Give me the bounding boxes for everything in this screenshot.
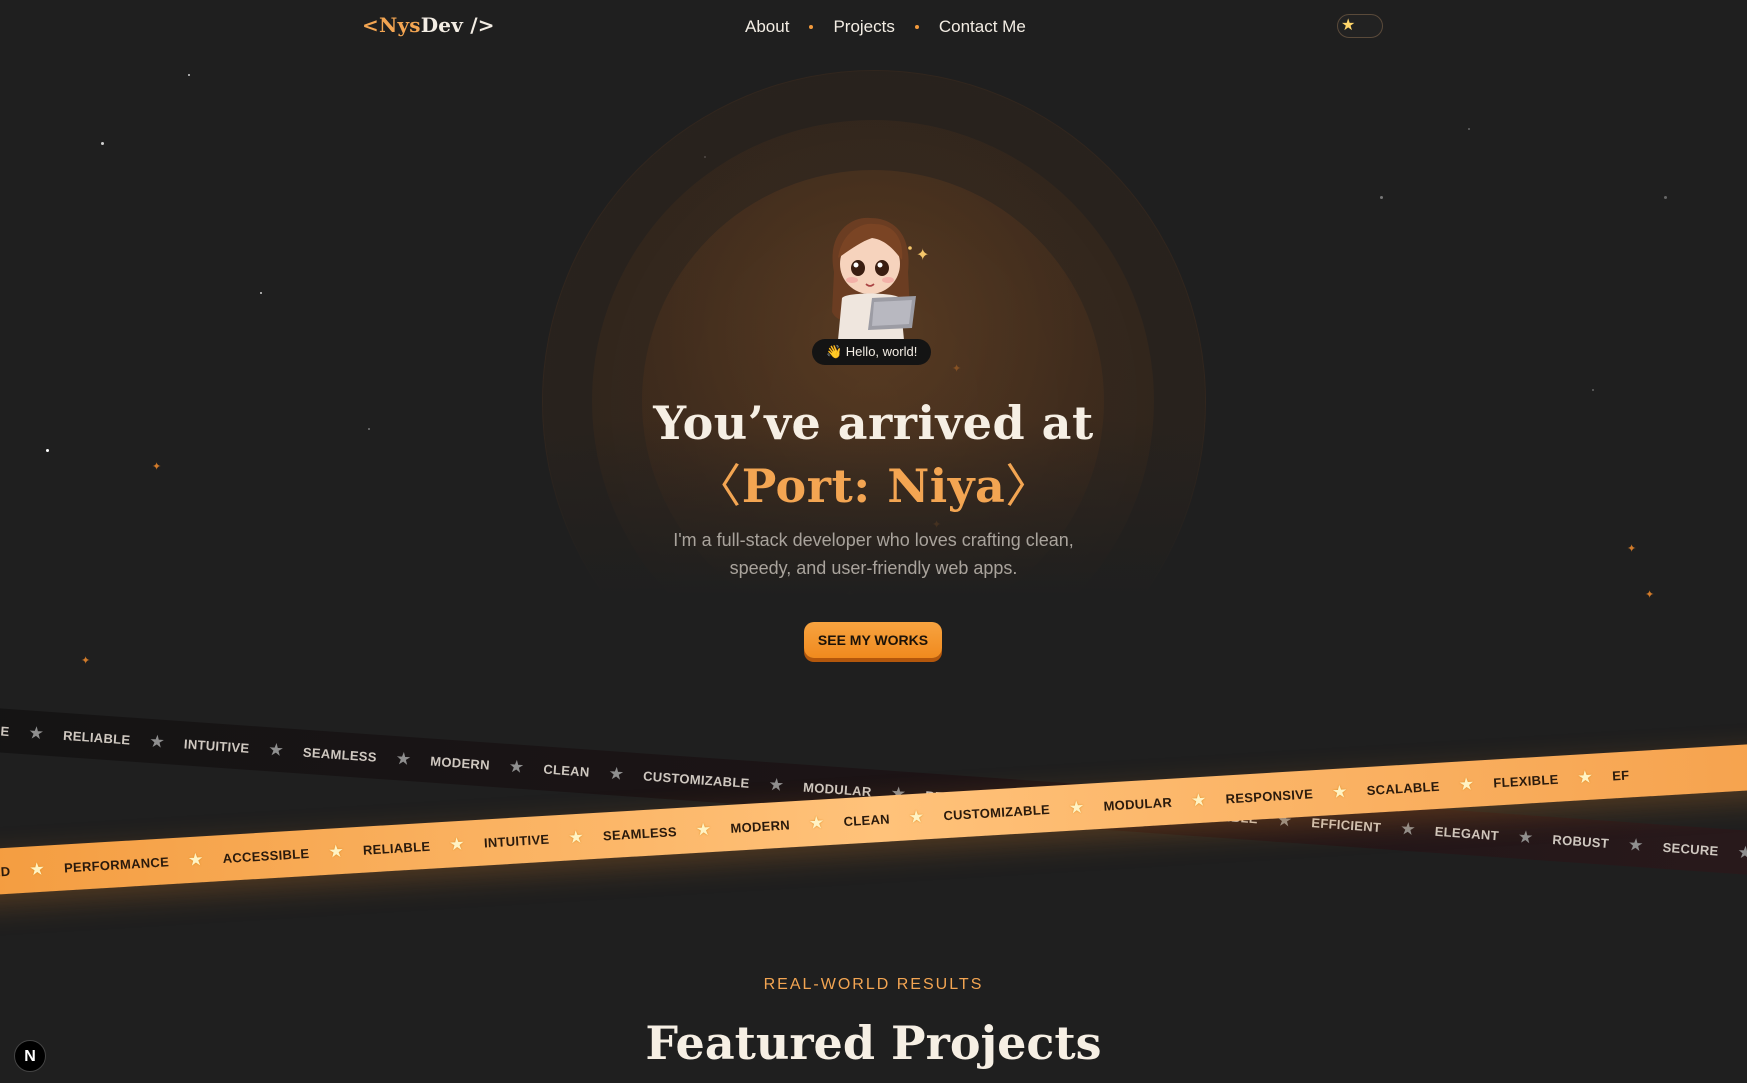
star-icon: ★ — [1577, 768, 1593, 787]
marquee-word: RELIABLE — [62, 727, 131, 748]
section-title: Featured Projects — [645, 1016, 1102, 1070]
nav-separator-dot — [914, 25, 919, 29]
top-nav: <NysDev /> About Projects Contact Me ★ — [0, 0, 1747, 56]
hero-title-highlight: 〈Port: Niya〉 — [0, 450, 1747, 516]
star-icon: ★ — [449, 835, 465, 854]
star-icon: ★ — [1332, 783, 1348, 802]
developer-avatar-icon: ✦ — [812, 212, 932, 340]
star-dot — [1380, 196, 1383, 199]
star-icon: ★ — [149, 732, 165, 751]
star-icon: ★ — [1628, 836, 1644, 855]
star-icon: ★ — [1341, 17, 1356, 34]
marquee-word: RELIABLE — [362, 838, 431, 858]
star-icon: ★ — [1459, 775, 1474, 794]
star-icon: ★ — [608, 765, 624, 784]
marquee-word: INTUITIVE — [183, 735, 250, 756]
marquee-word: MODERN — [729, 816, 791, 836]
marquee-word: MODULAR — [1103, 794, 1173, 814]
marquee-word: MODERN — [429, 753, 491, 773]
greeting-badge: 👋 Hello, world! — [812, 339, 932, 365]
star-icon: ★ — [1518, 828, 1534, 847]
framework-badge[interactable]: N — [14, 1040, 46, 1072]
marquee-word: CLEAN — [542, 760, 591, 780]
star-icon: ★ — [568, 828, 584, 847]
marquee-word: CLEAN — [843, 810, 891, 829]
star-dot — [1592, 389, 1594, 391]
marquee-word: CUSTOMIZABLE — [942, 801, 1051, 823]
hero-name: Port: Niya — [741, 459, 1006, 513]
hero-description: I'm a full-stack developer who loves cra… — [0, 526, 1747, 582]
marquee-word: SEAMLESS — [302, 744, 378, 765]
star-icon: ★ — [268, 741, 284, 760]
logo-first-word: Nys — [378, 13, 421, 37]
star-icon: ★ — [696, 821, 712, 839]
logo-second-word: Dev — [420, 13, 464, 37]
star-dot — [1664, 196, 1667, 199]
theme-toggle[interactable]: ★ — [1337, 14, 1383, 38]
hero-title: You’ve arrived at — [653, 396, 1094, 450]
orange-star: ✦ — [1645, 589, 1655, 601]
marquee-word: INTUITIVE — [483, 831, 550, 851]
star-icon: ★ — [909, 808, 924, 827]
marquee-word: RESPONSIVE — [1225, 785, 1314, 806]
star-icon: ★ — [328, 842, 344, 861]
marquee-word: POLISHED — [0, 863, 11, 883]
star-icon: ★ — [509, 758, 525, 777]
marquee-word: FLEXIBLE — [1492, 771, 1559, 791]
marquee-word: SEAMLESS — [602, 823, 678, 843]
star-icon: ★ — [188, 851, 204, 870]
marquee-word: ACCESSIBLE — [222, 845, 310, 866]
marquee-word: EF — [1611, 766, 1630, 783]
star-icon: ★ — [768, 776, 784, 795]
star-icon: ★ — [1737, 844, 1747, 862]
star-icon: ★ — [396, 750, 412, 769]
star-icon: ★ — [1191, 791, 1207, 810]
star-icon: ★ — [1069, 798, 1085, 817]
orange-star: ✦ — [81, 655, 91, 667]
marquee-word: ROBUST — [1551, 831, 1610, 851]
marquee-word: PERFORMANCE — [63, 853, 170, 875]
star-icon: ★ — [29, 860, 45, 879]
marquee-word: EFFICIENT — [1310, 814, 1382, 835]
bracket-right: 〉 — [1005, 459, 1052, 513]
marquee-word: SCALABLE — [1366, 778, 1441, 798]
logo-bracket-open: < — [362, 13, 379, 37]
nav-link-projects[interactable]: Projects — [833, 17, 894, 37]
hero-description-line: I'm a full-stack developer who loves cra… — [673, 530, 1074, 550]
logo-bracket-close: /> — [463, 13, 495, 37]
nav-link-about[interactable]: About — [745, 17, 789, 37]
hero-description-line: speedy, and user-friendly web apps. — [729, 558, 1018, 578]
nav-link-contact[interactable]: Contact Me — [939, 17, 1026, 37]
nav-links: About Projects Contact Me — [745, 17, 1026, 37]
site-logo[interactable]: <NysDev /> — [362, 13, 495, 37]
svg-text:✦: ✦ — [916, 247, 929, 264]
nav-separator-dot — [809, 25, 814, 29]
marquee-word: MODULAR — [802, 779, 873, 799]
star-icon: ★ — [1400, 820, 1416, 839]
see-my-works-button[interactable]: SEE MY WORKS — [804, 622, 942, 658]
section-kicker: REAL-WORLD RESULTS — [763, 976, 984, 993]
bracket-left: 〈 — [695, 459, 742, 513]
star-icon: ★ — [809, 814, 825, 833]
marquee-word: SECURE — [1662, 839, 1720, 859]
star-dot — [260, 292, 262, 294]
star-dot — [188, 74, 190, 76]
marquee-word: CESSIBLE — [0, 718, 11, 739]
marquee-word: CUSTOMIZABLE — [642, 767, 751, 791]
marquee-word: ELEGANT — [1434, 823, 1500, 843]
star-dot — [101, 142, 104, 145]
star-dot — [1468, 128, 1470, 130]
star-icon: ★ — [28, 724, 44, 743]
